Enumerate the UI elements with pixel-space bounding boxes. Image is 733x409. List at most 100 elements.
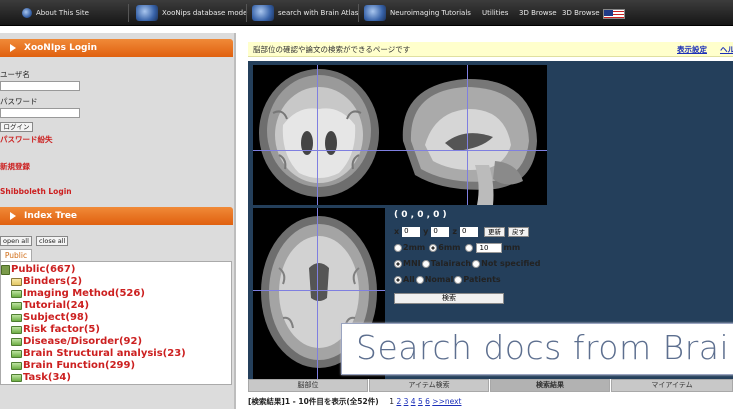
folder-icon (11, 349, 22, 358)
radio-patients[interactable] (454, 275, 463, 284)
folder-icon (11, 325, 22, 334)
z-input[interactable]: 0 (460, 226, 479, 237)
crosshair-vertical (317, 208, 318, 379)
tab-item-search[interactable]: アイテム検索 (369, 379, 489, 392)
update-button[interactable]: 更新 (484, 226, 506, 237)
radio-not-specified[interactable] (472, 259, 481, 268)
tree-item-subject[interactable]: Subject(98) (11, 312, 88, 323)
arrow-right-icon (10, 44, 16, 52)
page-4-link[interactable]: 4 (411, 397, 416, 406)
coronal-brain-image (259, 69, 379, 197)
caption-overlay: Search docs from Brai (341, 323, 733, 375)
crosshair-horizontal (253, 150, 385, 151)
radio-6mm-label: 6mm (438, 243, 461, 252)
database-icon (136, 5, 158, 21)
radio-custom[interactable] (464, 243, 473, 252)
close-all-button[interactable]: close all (36, 236, 69, 246)
x-label: x (394, 227, 400, 236)
language-flag-icon[interactable] (603, 9, 625, 19)
book-icon (1, 264, 10, 275)
nav-database-mode[interactable]: XooNips database mode (136, 3, 247, 23)
page-6-link[interactable]: 6 (425, 397, 430, 406)
display-settings-link[interactable]: 表示設定 (677, 44, 707, 55)
coronal-slice[interactable] (253, 65, 385, 205)
coordinate-inputs: x 0 y 0 z 0 更新 戻す (394, 226, 530, 237)
tree-item-label: Brain Function(299) (23, 360, 136, 371)
folder-icon (11, 361, 22, 370)
tree-item-task[interactable]: Task(34) (11, 372, 71, 383)
folder-icon (11, 301, 22, 310)
x-input[interactable]: 0 (402, 226, 421, 237)
tree-item-public[interactable]: Public(667) (1, 264, 75, 275)
y-input[interactable]: 0 (431, 226, 450, 237)
radio-6mm[interactable] (429, 243, 438, 252)
folder-icon (11, 313, 22, 322)
crosshair-horizontal (253, 290, 385, 291)
nav-brain-atlas-label: search with Brain Atlas (278, 9, 359, 17)
tab-search-results[interactable]: 検索結果 (490, 379, 610, 392)
password-input[interactable] (0, 108, 80, 118)
folder-icon (11, 337, 22, 346)
page-3-link[interactable]: 3 (404, 397, 409, 406)
y-label: y (423, 227, 429, 236)
caption-text: Search docs from Brai (356, 328, 730, 367)
tab-my-items[interactable]: マイアイテム (611, 379, 733, 392)
search-button[interactable]: 検索 (394, 293, 504, 304)
radius-options: 2mm 6mm 10 mm (394, 242, 520, 253)
open-all-button[interactable]: open all (0, 236, 32, 246)
radio-nomal[interactable] (415, 275, 424, 284)
login-panel-header: XooNIps Login (0, 39, 233, 57)
forgot-password-link[interactable]: パスワード紛失 (0, 134, 53, 145)
radio-talairach[interactable] (421, 259, 430, 268)
next-page-link[interactable]: >>next (432, 397, 461, 406)
nav-3d-browse-2[interactable]: 3D Browse (562, 3, 600, 23)
tree-item-label: Binders(2) (23, 276, 83, 287)
nav-tutorials[interactable]: Neuroimaging Tutorials (364, 3, 471, 23)
tree-item-disease-disorder[interactable]: Disease/Disorder(92) (11, 336, 142, 347)
tree-item-label: Public(667) (11, 264, 76, 275)
tree-item-brain-function[interactable]: Brain Function(299) (11, 360, 135, 371)
register-link[interactable]: 新規登録 (0, 161, 30, 172)
tree-item-label: Brain Structural analysis(23) (23, 348, 186, 359)
sagittal-slice[interactable] (385, 65, 547, 205)
radio-mni[interactable] (394, 259, 402, 268)
results-summary: [検索結果]1 - 10件目を表示(全52件) (248, 397, 379, 406)
back-button[interactable]: 戻す (508, 226, 530, 237)
brain-atlas-icon (252, 5, 274, 21)
nav-utilities[interactable]: Utilities (482, 3, 508, 23)
tree-item-brain-structural[interactable]: Brain Structural analysis(23) (11, 348, 186, 359)
main-header: 脳部位の確認や論文の検索ができるページです 表示設定 ヘルプ (248, 42, 733, 57)
crosshair-vertical (467, 65, 468, 205)
nav-3d-browse[interactable]: 3D Browse (519, 3, 557, 23)
arrow-right-icon (10, 212, 16, 220)
top-navigation-bar: About This Site XooNips database mode se… (0, 0, 733, 26)
radio-2mm-label: 2mm (403, 243, 426, 252)
page-2-link[interactable]: 2 (396, 397, 401, 406)
page-description: 脳部位の確認や論文の検索ができるページです (253, 45, 411, 54)
tab-public[interactable]: Public (0, 249, 32, 261)
username-input[interactable] (0, 81, 80, 91)
left-sidebar: XooNIps Login ユーザ名 パスワード ログイン パスワード紛失 新規… (0, 33, 236, 409)
radio-2mm[interactable] (394, 243, 402, 252)
page-5-link[interactable]: 5 (418, 397, 423, 406)
login-panel-title: XooNIps Login (24, 43, 97, 53)
tree-item-label: Tutorial(24) (23, 300, 90, 311)
tree-item-imaging-method[interactable]: Imaging Method(526) (11, 288, 145, 299)
help-link[interactable]: ヘルプ (720, 44, 733, 55)
tree-item-risk-factor[interactable]: Risk factor(5) (11, 324, 100, 335)
tree-item-label: Imaging Method(526) (23, 288, 145, 299)
page-1[interactable]: 1 (389, 397, 394, 406)
radius-stepper[interactable]: 10 (475, 242, 502, 253)
coordinate-readout: ( 0 , 0 , 0 ) (394, 210, 447, 220)
nav-about[interactable]: About This Site (22, 3, 89, 23)
tree-item-tutorial[interactable]: Tutorial(24) (11, 300, 89, 311)
tab-brain-region[interactable]: 脳部位 (248, 379, 368, 392)
tree-item-label: Disease/Disorder(92) (23, 336, 143, 347)
shibboleth-login-link[interactable]: Shibboleth Login (0, 187, 72, 196)
nav-brain-atlas[interactable]: search with Brain Atlas (252, 3, 358, 23)
tree-item-binders[interactable]: Binders(2) (11, 276, 82, 287)
nav-about-label: About This Site (36, 9, 89, 17)
pagination: 1 2 3 4 5 6 >>next (389, 397, 461, 406)
login-button[interactable]: ログイン (0, 122, 33, 132)
radio-all[interactable] (394, 275, 402, 284)
